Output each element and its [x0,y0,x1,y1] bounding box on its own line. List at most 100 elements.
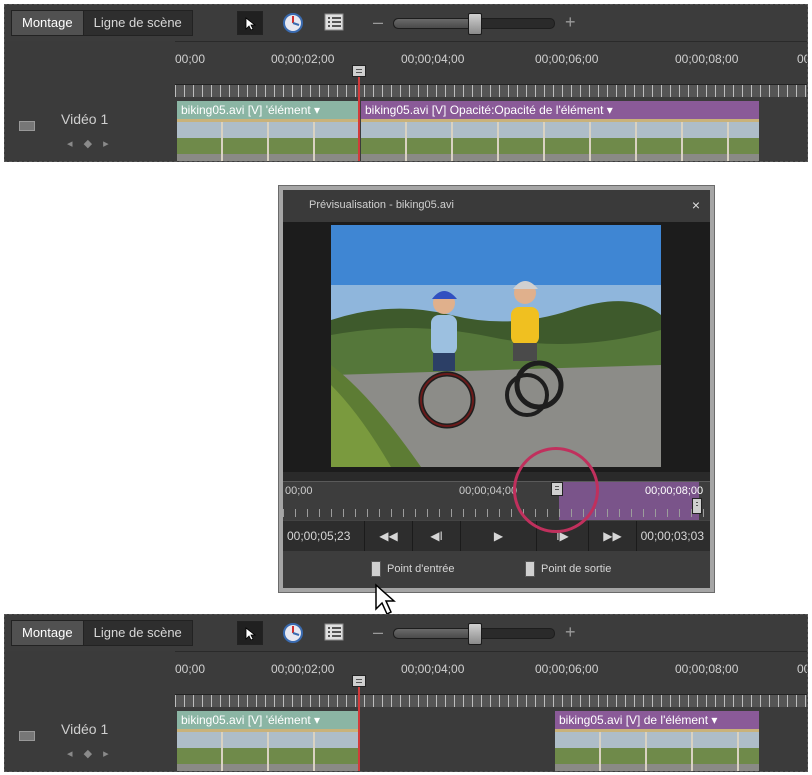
set-in-label: Point d'entrée [387,563,455,575]
highlight-circle [513,447,599,533]
video-viewer [283,222,710,472]
track-header: Vidéo 1 ◂ ◆ ▸ [5,97,175,161]
time-stretch-tool-button[interactable] [280,11,306,35]
ruler-label: 00;00;02;00 [271,52,335,66]
time-stretch-tool-button[interactable] [280,621,306,645]
clip-biking-trimmed[interactable]: biking05.avi [V] de l'élément ▾ [555,711,759,771]
scrub-ticks [283,509,710,517]
clip-thumbnails [177,119,359,161]
out-point-marker[interactable] [692,498,702,514]
clip-label[interactable]: biking05.avi [V] 'élément ▾ [177,101,359,119]
fast-forward-button[interactable]: ▶▶ [589,521,637,551]
stopwatch-icon [283,13,303,33]
zoom-slider[interactable] [393,623,555,645]
arrow-cursor-icon [245,627,257,641]
film-icon [19,121,35,131]
preview-scrubber[interactable]: 00;00 00;00;04;00 00;00;08;00 [283,472,710,520]
time-ruler[interactable]: 00;00 00;00;02;00 00;00;04;00 00;00;06;0… [175,651,807,708]
list-icon [324,13,344,31]
film-icon [19,731,35,741]
playhead-handle[interactable] [352,675,366,687]
close-icon[interactable]: × [692,197,700,213]
tab-montage[interactable]: Montage [12,11,84,35]
dialog-title: Prévisualisation - biking05.avi [309,199,454,211]
video-track: Vidéo 1 ◂ ◆ ▸ biking05.avi [V] 'élément … [5,97,807,161]
ruler-label: 00;00 [175,52,206,66]
clip-thumbnails [361,119,759,161]
clip-label[interactable]: biking05.avi [V] de l'élément ▾ [555,711,759,729]
out-point-icon [525,561,535,577]
current-time-indicator[interactable] [358,687,360,771]
set-out-point-button[interactable]: Point de sortie [525,561,611,577]
ruler-label: 00;00;02;00 [271,662,335,676]
clip-biking-first[interactable]: biking05.avi [V] 'élément ▾ [177,711,359,771]
video-track: Vidéo 1 ◂ ◆ ▸ biking05.avi [V] 'élément … [5,707,807,771]
playhead-handle[interactable] [352,65,366,77]
ruler-label: 00 [797,52,807,66]
clip-label[interactable]: biking05.avi [V] Opacité:Opacité de l'él… [361,101,759,119]
view-tabs: Montage Ligne de scène [11,620,193,646]
current-time-display[interactable]: 00;00;05;23 [283,521,365,551]
mark-controls: Point d'entrée Point de sortie [283,551,710,588]
clip-thumbnails [177,729,359,771]
ruler-label: 00;00;06;00 [535,52,599,66]
arrow-cursor-icon [245,17,257,31]
step-back-button[interactable]: ◀I [413,521,461,551]
dialog-titlebar[interactable]: Prévisualisation - biking05.avi × [283,190,710,222]
scrub-time-label: 00;00;08;00 [645,485,704,497]
zoom-slider[interactable] [393,13,555,35]
scrub-time-label: 00;00;04;00 [459,485,518,497]
zoom-slider-thumb[interactable] [468,13,482,35]
zoom-slider-fill [394,19,474,28]
clip-biking-first[interactable]: biking05.avi [V] 'élément ▾ [177,101,359,161]
clip-thumbnails [555,729,759,771]
scroll-bar[interactable] [283,472,710,482]
view-tabs: Montage Ligne de scène [11,10,193,36]
tab-ligne-de-scene[interactable]: Ligne de scène [84,11,192,35]
keyframe-navigator[interactable]: ◂ ◆ ▸ [67,137,113,150]
timeline-panel-bottom: Montage Ligne de scène – + 00;00 00;00;0… [4,614,808,772]
transport-controls: 00;00;05;23 ◀◀ ◀I ▶ I▶ ▶▶ 00;00;03;03 [283,521,710,551]
zoom-slider-fill [394,629,474,638]
track-name: Vidéo 1 [61,111,109,127]
ruler-scale [175,694,807,708]
in-point-icon [371,561,381,577]
video-frame [331,225,661,467]
properties-button[interactable] [323,11,349,35]
selection-tool-button[interactable] [237,11,263,35]
time-ruler[interactable]: 00;00 00;00;02;00 00;00;04;00 00;00;06;0… [175,41,807,98]
ruler-label: 00;00;04;00 [401,662,465,676]
zoom-in-button[interactable]: + [565,623,576,641]
ruler-label: 00 [797,662,807,676]
timeline-toolbar: Montage Ligne de scène – + [5,5,807,41]
ruler-scale [175,84,807,98]
scrub-time-label: 00;00 [285,485,313,497]
track-name: Vidéo 1 [61,721,109,737]
set-out-label: Point de sortie [541,563,612,575]
zoom-out-button[interactable]: – [373,13,383,31]
zoom-in-button[interactable]: + [565,13,576,31]
play-button[interactable]: ▶ [461,521,537,551]
track-header: Vidéo 1 ◂ ◆ ▸ [5,707,175,771]
timeline-panel-top: Montage Ligne de scène – + 00;00 00;00;0… [4,4,808,162]
mouse-cursor-icon [375,583,396,616]
stopwatch-icon [283,623,303,643]
properties-button[interactable] [323,621,349,645]
selection-tool-button[interactable] [237,621,263,645]
ruler-label: 00;00;08;00 [675,52,739,66]
current-time-indicator[interactable] [358,77,360,161]
ruler-label: 00;00;08;00 [675,662,739,676]
set-in-point-button[interactable]: Point d'entrée [371,561,455,577]
duration-display: 00;00;03;03 [640,529,704,543]
clip-label[interactable]: biking05.avi [V] 'élément ▾ [177,711,359,729]
tab-montage[interactable]: Montage [12,621,84,645]
ruler-label: 00;00;06;00 [535,662,599,676]
clip-biking-second[interactable]: biking05.avi [V] Opacité:Opacité de l'él… [361,101,759,161]
timeline-toolbar: Montage Ligne de scène – + [5,615,807,651]
zoom-slider-thumb[interactable] [468,623,482,645]
preview-dialog: Prévisualisation - biking05.avi × 00;00 … [279,186,714,592]
tab-ligne-de-scene[interactable]: Ligne de scène [84,621,192,645]
keyframe-navigator[interactable]: ◂ ◆ ▸ [67,747,113,760]
zoom-out-button[interactable]: – [373,623,383,641]
rewind-button[interactable]: ◀◀ [365,521,413,551]
